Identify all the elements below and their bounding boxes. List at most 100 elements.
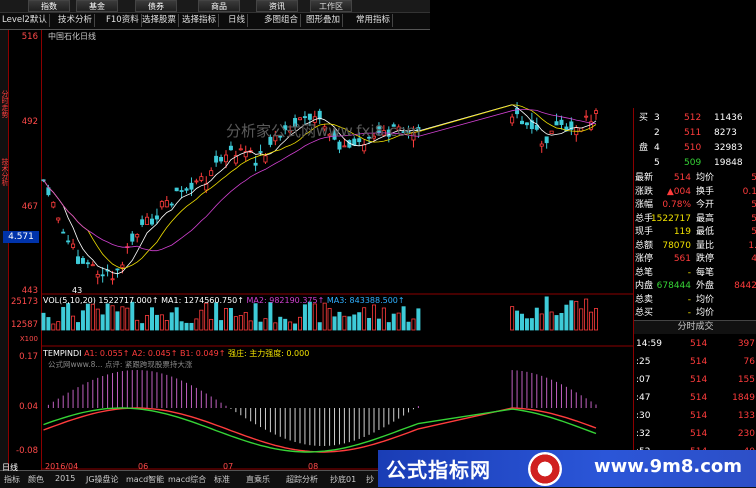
volume-bar [317, 322, 322, 331]
axis-date: 07 [223, 462, 234, 471]
toolbar-f10[interactable]: F10资料 [104, 14, 142, 27]
bottom-tab[interactable]: 抄 [366, 474, 374, 485]
volume-bar [584, 298, 589, 331]
bottom-tab[interactable]: macd综合 [168, 474, 206, 485]
candle-body [159, 201, 164, 208]
bottom-tab[interactable]: 标准 [214, 474, 230, 485]
menu-fund[interactable]: 基金 [76, 0, 118, 12]
bottom-tab[interactable]: 指标 [4, 474, 20, 485]
volume-bar [406, 321, 411, 331]
volume-bar [120, 306, 125, 331]
tick-time: :47 [636, 393, 651, 403]
volume-bar [332, 316, 337, 331]
candle-body [559, 119, 564, 125]
tick-price: 514 [690, 393, 708, 403]
candle-body [258, 151, 263, 153]
tick-row: 14:59 514 397 [634, 338, 756, 351]
quote-row: 总额 78070 量比 1. [634, 240, 756, 253]
quote-label: 外盘 [696, 281, 715, 291]
toolbar-daily[interactable]: 日线 [226, 14, 249, 27]
quote-label: 今开 [696, 200, 715, 210]
indicator-sub: 公式网www.8... 点评: 紧跟跨现股票持大涨 [48, 360, 193, 369]
candle-body [253, 162, 258, 166]
tick-volume: 76 [743, 357, 755, 367]
tick-time: 14:59 [636, 339, 662, 349]
quote-value: 119 [673, 227, 691, 237]
volume-bar [253, 303, 258, 331]
quote-label: 换手 [696, 186, 715, 197]
candle-body [194, 180, 199, 183]
quote-value: 8442 [734, 281, 756, 291]
volume-bar [347, 316, 352, 331]
bottom-tab[interactable]: macd智能 [126, 474, 164, 485]
volume-bar [169, 312, 174, 331]
order-row: 买 3 512 11436 [639, 113, 743, 123]
toolbar-select-stock[interactable]: 选择股票 [140, 14, 180, 27]
candle-body [302, 116, 307, 119]
volume-bar [105, 303, 110, 331]
menu-commodity[interactable]: 商品 [198, 0, 240, 12]
volume-bar [66, 303, 71, 331]
toolbar-overlay[interactable]: 图形叠加 [304, 14, 344, 27]
menu-index[interactable]: 指数 [28, 0, 70, 12]
quote-value: 78070 [662, 240, 691, 251]
quote-value: 5 [751, 213, 756, 224]
site-logo-icon [528, 452, 562, 486]
volume-bar [515, 310, 520, 331]
kline-chart[interactable] [41, 30, 633, 470]
toolbar-multi-chart[interactable]: 多图组合 [262, 14, 302, 27]
toolbar-level2[interactable]: Level2默认 [0, 14, 50, 27]
quote-value: 4 [751, 254, 756, 264]
bottom-tab[interactable]: 直乘乐 [246, 474, 270, 485]
volume-bar [401, 306, 406, 331]
volume-bar [135, 319, 140, 331]
menu-news[interactable]: 资讯 [256, 0, 298, 12]
volume-bar [524, 318, 529, 331]
bottom-tab[interactable]: JG操盘论 [86, 474, 119, 485]
volume-bar [549, 311, 554, 331]
candle-body [189, 182, 194, 190]
volume-bar [248, 320, 253, 331]
toolbar-select-indicator[interactable]: 选择指标 [180, 14, 220, 27]
volume-bar [352, 314, 357, 331]
candle-body [85, 262, 90, 265]
volume-bar [544, 296, 549, 331]
volume-bar [564, 304, 569, 331]
tick-price: 514 [690, 339, 708, 349]
bottom-tab[interactable]: 超踪分析 [286, 474, 318, 485]
ind-label: 0.04 [19, 402, 38, 412]
ticks-title: 分时成交 [634, 320, 756, 334]
bottom-tab[interactable]: 2015 [55, 474, 75, 483]
volume-bar [125, 307, 130, 331]
toolbar-tech-analysis[interactable]: 技术分析 [56, 14, 96, 27]
candle-body [90, 264, 95, 267]
axis-date: 08 [308, 462, 319, 471]
menu-bond[interactable]: 债券 [135, 0, 177, 12]
volume-bar [376, 318, 381, 331]
candle-body [337, 141, 342, 150]
y-label: 492 [21, 117, 38, 127]
volume-bar [396, 312, 401, 331]
menu-workspace[interactable]: 工作区 [310, 0, 352, 12]
watermark-text: 分析家公式网www.fxj8.com [226, 122, 421, 140]
toolbar-common-indicators[interactable]: 常用指标 [354, 14, 394, 27]
top-menu: 指数 基金 债券 商品 资讯 工作区 [0, 0, 430, 13]
bottom-tab[interactable]: 抄底01 [330, 474, 356, 485]
candle-body [223, 154, 228, 163]
volume-bar [594, 308, 599, 331]
vol-label: 25173 [10, 297, 38, 307]
bottom-tab[interactable]: 颜色 [28, 474, 44, 485]
candle-body [66, 240, 71, 243]
volume-bar [529, 318, 534, 331]
quote-value: - [687, 308, 691, 318]
candle-body [100, 274, 105, 277]
candle-body [554, 121, 559, 126]
candle-body [135, 234, 140, 238]
volume-bar [61, 306, 66, 331]
volume-bar [307, 301, 312, 331]
axis-date: 2016/04 [45, 462, 79, 471]
y-label: 467 [21, 202, 38, 212]
volume-bar [391, 313, 396, 331]
volume-bar [233, 316, 238, 331]
volume-bar [159, 314, 164, 331]
